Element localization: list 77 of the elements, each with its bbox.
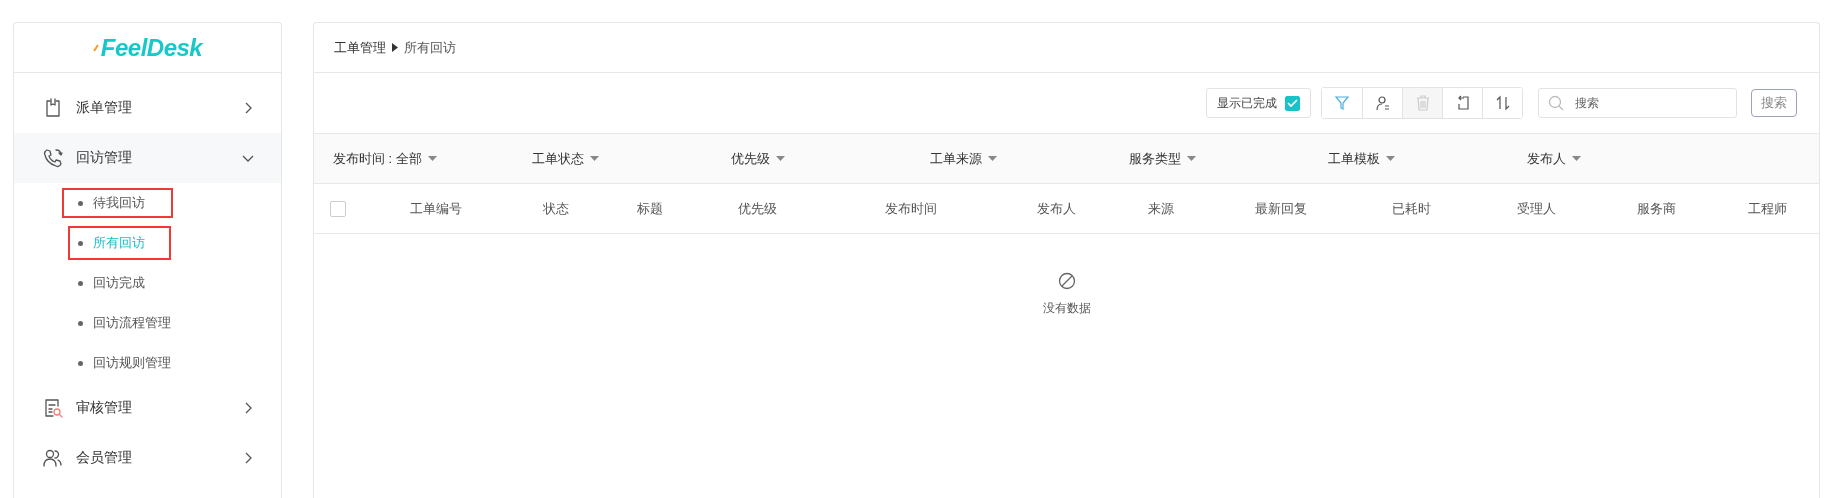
breadcrumb-item: 所有回访 xyxy=(404,38,456,57)
menu-item[interactable]: 会员管理 xyxy=(14,433,281,483)
menu-label: 审核管理 xyxy=(76,399,133,417)
menu-item[interactable]: 派单管理 xyxy=(14,83,281,133)
column-header: 已耗时 xyxy=(1390,199,1432,218)
caret-icon xyxy=(590,155,599,162)
column-header: 最新回复 xyxy=(1254,199,1308,218)
filter-dropdown[interactable]: 发布人 xyxy=(1508,148,1707,169)
submenu-label: 回访流程管理 xyxy=(93,314,171,332)
menu-item[interactable]: 审核管理 xyxy=(14,383,281,433)
bullet-icon xyxy=(78,280,83,286)
tool-button[interactable] xyxy=(1482,88,1522,118)
empty-message: 没有数据 xyxy=(1042,300,1091,317)
filter-dropdown[interactable]: 发布时间 : 全部 xyxy=(314,148,513,169)
filter-label: 发布人 xyxy=(1527,149,1566,168)
trash-icon xyxy=(1414,95,1431,111)
show-completed-toggle[interactable]: 显示已完成 xyxy=(1206,88,1311,118)
column-header: 标题 xyxy=(636,199,664,218)
search-icon xyxy=(1548,95,1564,111)
search-button[interactable]: 搜索 xyxy=(1751,89,1797,117)
user-list-icon xyxy=(1374,95,1391,111)
submenu-item[interactable]: 回访完成 xyxy=(68,266,171,300)
column-header: 发布时间 xyxy=(884,199,938,218)
menu-label: 派单管理 xyxy=(76,99,133,117)
menu-item[interactable]: 回访管理 xyxy=(14,133,281,183)
filter-dropdown[interactable]: 工单来源 xyxy=(911,148,1110,169)
checkbox[interactable] xyxy=(1285,95,1300,111)
toggle-label: 显示已完成 xyxy=(1217,94,1277,112)
filter-label: 工单模板 xyxy=(1328,149,1380,168)
logo: FeelDesk xyxy=(100,33,203,62)
caret-icon xyxy=(776,155,785,162)
filter-label: 工单来源 xyxy=(930,149,982,168)
submenu-item[interactable]: 待我回访 xyxy=(62,188,173,218)
caret-icon xyxy=(427,155,437,162)
column-header: 服务商 xyxy=(1635,199,1677,218)
bullet-icon xyxy=(78,200,83,206)
phone-icon xyxy=(42,147,64,169)
column-header: 来源 xyxy=(1147,199,1175,218)
submenu-label: 回访完成 xyxy=(93,274,145,292)
filter-dropdown[interactable]: 工单模板 xyxy=(1309,148,1508,169)
bullet-icon xyxy=(78,360,83,366)
caret-icon xyxy=(988,155,997,162)
logo-mark-icon xyxy=(92,43,100,52)
caret-icon xyxy=(1386,155,1395,162)
column-header: 受理人 xyxy=(1515,199,1557,218)
bullet-icon xyxy=(78,240,83,246)
caret-icon xyxy=(1572,155,1581,162)
menu-label: 会员管理 xyxy=(76,449,133,467)
column-header: 发布人 xyxy=(1035,199,1077,218)
select-all-checkbox[interactable] xyxy=(330,200,346,217)
filter-icon xyxy=(1334,95,1350,111)
no-data-icon xyxy=(1057,272,1076,290)
column-header: 工程师 xyxy=(1747,199,1788,218)
filter-label: 服务类型 xyxy=(1129,149,1181,168)
users-icon xyxy=(42,447,64,469)
filter-dropdown[interactable]: 工单状态 xyxy=(513,148,712,169)
caret-icon xyxy=(1187,155,1196,162)
submenu-item[interactable]: 回访流程管理 xyxy=(68,306,197,340)
search-field[interactable]: 搜索 xyxy=(1538,88,1737,118)
caret-right-icon xyxy=(392,43,398,52)
filter-label: 发布时间 : 全部 xyxy=(333,149,422,168)
submenu-label: 回访规则管理 xyxy=(93,354,171,372)
filter-dropdown[interactable]: 优先级 xyxy=(712,148,911,169)
column-header: 状态 xyxy=(542,199,570,218)
bullet-icon xyxy=(78,320,83,326)
breadcrumb-item[interactable]: 工单管理 xyxy=(334,38,386,57)
filter-label: 优先级 xyxy=(731,149,770,168)
submenu-label: 待我回访 xyxy=(93,194,145,212)
filter-dropdown[interactable]: 服务类型 xyxy=(1110,148,1309,169)
column-header: 工单编号 xyxy=(409,199,463,218)
submenu-label: 所有回访 xyxy=(93,234,145,252)
filter-label: 工单状态 xyxy=(532,149,584,168)
menu-label: 回访管理 xyxy=(76,149,133,167)
submenu-item[interactable]: 回访规则管理 xyxy=(68,346,197,380)
column-header: 优先级 xyxy=(736,199,778,218)
document-search-icon xyxy=(42,397,64,419)
sort-icon xyxy=(1494,95,1511,111)
